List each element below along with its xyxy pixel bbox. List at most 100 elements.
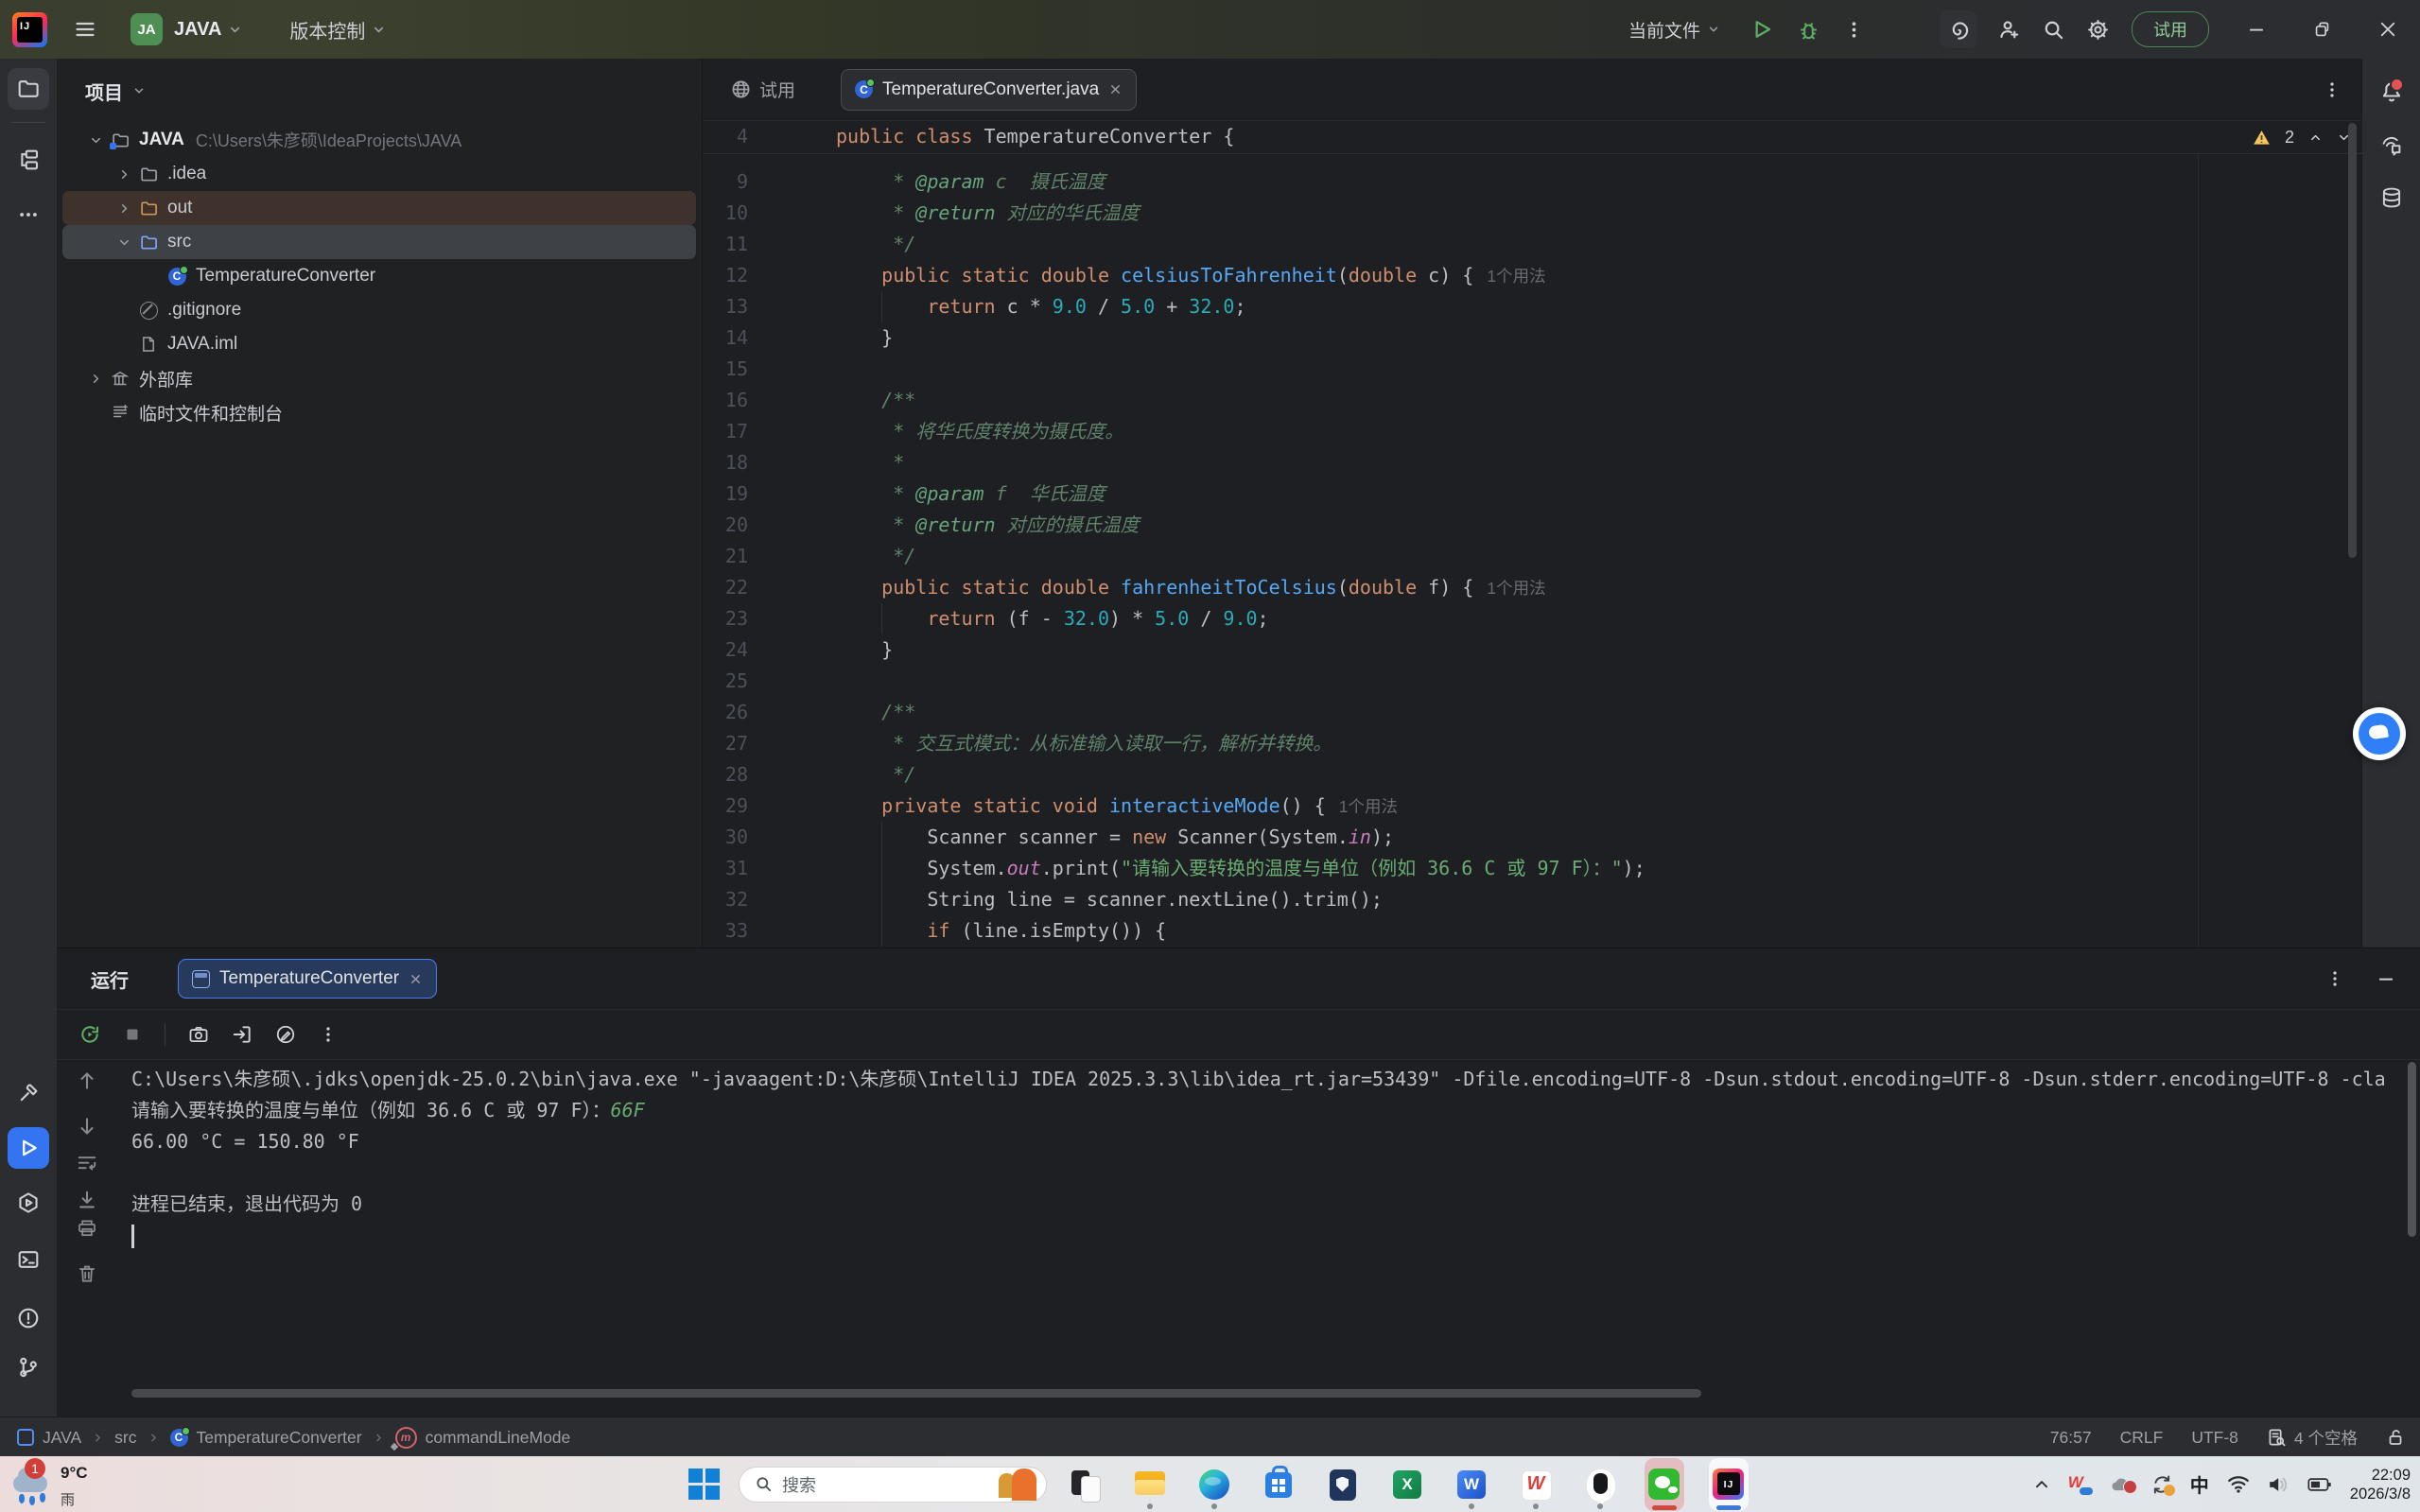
scroll-to-end-icon[interactable] — [77, 1190, 97, 1210]
chevron-down-icon[interactable] — [112, 235, 136, 250]
project-tool-window-button[interactable] — [8, 68, 49, 110]
terminal-tool-window-button[interactable] — [8, 1239, 49, 1280]
ai-chat-icon[interactable] — [2372, 125, 2411, 165]
line-ending[interactable]: CRLF — [2120, 1428, 2164, 1448]
sticky-line[interactable]: 4public class TemperatureConverter { 2 — [703, 121, 2362, 154]
editor-scrollbar[interactable] — [2348, 123, 2357, 558]
run-tool-window-button[interactable] — [8, 1127, 49, 1169]
project-panel-title[interactable]: 项目 — [85, 78, 123, 105]
prev-problem-icon[interactable] — [2308, 130, 2323, 145]
code-line[interactable]: * — [703, 153, 2362, 166]
code-line[interactable]: 28 */ — [703, 759, 2362, 791]
taskbar-app-wechat[interactable] — [1645, 1458, 1684, 1511]
breadcrumb-item-src[interactable]: src — [114, 1428, 136, 1448]
attach-console-icon[interactable] — [232, 1024, 252, 1045]
tree-item-out[interactable]: out — [62, 191, 696, 225]
ime-indicator[interactable]: 中 — [2190, 1470, 2209, 1498]
windows-start-button[interactable] — [688, 1469, 720, 1500]
code-line[interactable]: 32 String line = scanner.nextLine().trim… — [703, 884, 2362, 915]
print-icon[interactable] — [77, 1218, 97, 1239]
taskbar-app-wps[interactable]: W — [1516, 1458, 1556, 1511]
tree-item-.idea[interactable]: .idea — [62, 157, 696, 191]
code-line[interactable]: 18 * — [703, 447, 2362, 478]
code-line[interactable]: 19 * @param f 华氏温度 — [703, 478, 2362, 510]
breadcrumb-item-commandLineMode[interactable]: mcommandLineMode — [395, 1427, 571, 1449]
wps-cloud-icon[interactable]: W — [2068, 1473, 2093, 1496]
code-line[interactable]: 27 * 交互式模式：从标准输入读取一行，解析并转换。 — [703, 728, 2362, 759]
chevron-right-icon[interactable] — [112, 167, 136, 182]
tree-item-外部库[interactable]: 外部库 — [62, 361, 696, 395]
close-window-icon[interactable] — [2378, 20, 2397, 39]
taskbar-app-store[interactable] — [1259, 1458, 1298, 1511]
code-line[interactable]: 16 /** — [703, 385, 2362, 416]
close-tab-icon[interactable] — [1108, 82, 1123, 96]
code-line[interactable]: 20 * @return 对应的摄氏温度 — [703, 510, 2362, 541]
run-configuration-selector[interactable]: 当前文件 — [1628, 17, 1700, 43]
code-line[interactable]: 26 /** — [703, 697, 2362, 728]
sync-icon[interactable] — [2151, 1474, 2172, 1495]
soft-wrap-icon[interactable] — [77, 1152, 97, 1173]
code-line[interactable]: 11 */ — [703, 229, 2362, 260]
code-line[interactable]: 30 Scanner scanner = new Scanner(System.… — [703, 822, 2362, 853]
tray-chevron-up-icon[interactable] — [2033, 1476, 2050, 1493]
run-tab-active[interactable]: TemperatureConverter — [178, 959, 437, 999]
code-line[interactable]: 12 public static double celsiusToFahrenh… — [703, 260, 2362, 291]
file-encoding[interactable]: UTF-8 — [2191, 1428, 2238, 1448]
problems-tool-window-button[interactable] — [8, 1297, 49, 1339]
chevron-down-icon[interactable] — [132, 84, 146, 97]
chevron-right-icon[interactable] — [83, 372, 108, 386]
floating-assistant-button[interactable] — [2353, 707, 2406, 760]
code-line[interactable]: 14 } — [703, 322, 2362, 354]
rerun-icon[interactable] — [79, 1024, 100, 1045]
usages-inlay[interactable]: 1个用法 — [1487, 579, 1545, 598]
search-everywhere-icon[interactable] — [2043, 19, 2064, 41]
thread-dump-camera-icon[interactable] — [188, 1024, 209, 1045]
code-line[interactable]: 31 System.out.print("请输入要转换的温度与单位（例如 36.… — [703, 853, 2362, 884]
code-line[interactable]: 17 * 将华氏度转换为摄氏度。 — [703, 416, 2362, 447]
unlock-icon[interactable] — [2386, 1428, 2405, 1447]
tree-item-JAVA[interactable]: JAVAC:\Users\朱彦硕\IdeaProjects\JAVA — [62, 123, 696, 157]
settings-gear-icon[interactable] — [2087, 19, 2109, 41]
notifications-bell-icon[interactable] — [2372, 72, 2411, 112]
debug-button[interactable] — [1798, 19, 1819, 41]
taskbar-app-edge[interactable] — [1194, 1458, 1234, 1511]
code-line[interactable]: 23 return (f - 32.0) * 5.0 / 9.0; — [703, 603, 2362, 634]
breadcrumb-item-TemperatureConverter[interactable]: CTemperatureConverter — [170, 1428, 362, 1448]
wifi-icon[interactable] — [2227, 1474, 2250, 1494]
console-output[interactable]: C:\Users\朱彦硕\.jdks\openjdk-25.0.2\bin\ja… — [131, 1059, 2407, 1417]
code-line[interactable]: 22 public static double fahrenheitToCels… — [703, 572, 2362, 603]
taskbar-clock[interactable]: 22:09 2026/3/8 — [2350, 1466, 2411, 1503]
taskbar-app-security[interactable] — [1323, 1458, 1363, 1511]
restore-window-icon[interactable] — [2313, 21, 2331, 39]
code-line[interactable]: 33 if (line.isEmpty()) { — [703, 915, 2362, 947]
chevron-right-icon[interactable] — [112, 201, 136, 216]
console-horizontal-scrollbar[interactable] — [131, 1389, 1701, 1398]
code-line[interactable]: 15 — [703, 354, 2362, 385]
usages-inlay[interactable]: 1个用法 — [1339, 797, 1398, 816]
project-name[interactable]: JAVA — [174, 19, 221, 41]
breadcrumb-item-JAVA[interactable]: JAVA — [17, 1428, 81, 1448]
more-actions-icon[interactable] — [1844, 20, 1864, 40]
scroll-up-icon[interactable] — [77, 1070, 97, 1091]
taskbar-app-idea[interactable]: IJ — [1709, 1458, 1749, 1511]
taskbar-app-qq[interactable] — [1580, 1458, 1620, 1511]
code-line[interactable]: 21 */ — [703, 541, 2362, 572]
git-tool-window-button[interactable] — [8, 1347, 49, 1388]
indent-setting[interactable]: 4 个空格 — [2267, 1426, 2358, 1450]
build-tool-window-button[interactable] — [8, 1072, 49, 1114]
code-line[interactable]: 9 * @param c 摄氏温度 — [703, 166, 2362, 198]
tree-item-TemperatureConverter[interactable]: CTemperatureConverter — [62, 259, 696, 293]
usages-inlay[interactable]: 1个用法 — [1487, 267, 1545, 286]
services-tool-window-button[interactable] — [8, 1182, 49, 1224]
hide-panel-icon[interactable] — [2376, 969, 2395, 988]
trial-badge[interactable]: 试用 — [2132, 11, 2209, 47]
chevron-down-icon[interactable] — [372, 23, 386, 37]
code-line[interactable]: 10 * @return 对应的华氏温度 — [703, 198, 2362, 229]
editor-tab-active[interactable]: C TemperatureConverter.java — [841, 69, 1137, 111]
chevron-down-icon[interactable] — [1707, 23, 1720, 36]
ai-assistant-icon[interactable] — [1940, 10, 1977, 48]
inspections-widget[interactable]: 2 — [2253, 121, 2351, 153]
taskbar-search[interactable]: 搜索 — [739, 1467, 1047, 1503]
code-line[interactable]: 25 — [703, 666, 2362, 697]
caret-position[interactable]: 76:57 — [2050, 1428, 2092, 1448]
